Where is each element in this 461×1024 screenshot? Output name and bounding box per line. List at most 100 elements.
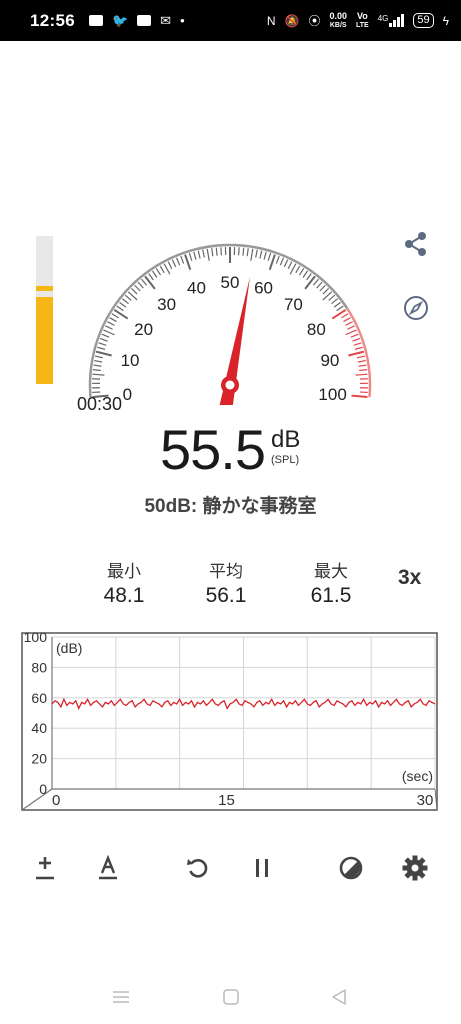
pause-icon [256,859,268,877]
text-a-icon [99,854,117,880]
gauge-tick [119,301,127,308]
gauge-tick [355,373,368,376]
stat-min-label: 最小 [107,562,141,581]
zoom-multiplier-button[interactable]: 3x [398,566,421,590]
gauge-scale-label: 90 [320,351,339,370]
gauge-tick [167,261,173,270]
gauge-tick [331,298,339,305]
gauge-tick [184,254,192,270]
gauge-tick [116,305,124,312]
graph-y-tick-label: 80 [31,659,47,675]
home-square-icon [223,989,239,1005]
back-button[interactable] [327,986,351,1008]
gauge-tick [175,257,181,266]
stat-avg-label: 平均 [209,562,243,581]
gauge-tick [250,248,254,261]
gauge-tick [220,247,222,256]
gauge-scale-label: 60 [254,279,273,298]
compass-icon [404,296,428,320]
share-button[interactable] [402,230,430,258]
signal-icon: 4G [378,14,405,27]
compass-button[interactable] [402,294,430,322]
gauge-tick [319,284,326,292]
gauge-tick [246,248,249,257]
gauge-scale-label: 80 [307,320,326,339]
menu-lines-icon [113,991,129,1003]
theme-button[interactable] [331,848,371,888]
gauge-tick [197,250,201,259]
gauge-tick [130,288,138,295]
graph-x-tick-label: 0 [52,792,60,809]
graph-y-tick-label: 100 [24,629,48,645]
stat-max: 最大 61.5 [286,557,376,608]
text-size-button[interactable] [88,848,128,888]
bottom-toolbar [0,848,461,890]
gauge-tick [97,346,106,350]
db-gauge: 010203040 50 60708090100 [88,243,372,405]
calibrate-button[interactable] [25,848,65,888]
gauge-tick [358,364,367,367]
stat-min: 最小 48.1 [79,557,169,608]
gauge-tick [171,259,177,268]
graph-y-tick-label: 40 [31,720,47,736]
stat-min-value: 48.1 [103,584,145,607]
gauge-tick [304,275,316,290]
gauge-tick [357,359,366,363]
graph-grid [21,632,438,811]
gauge-tick [238,247,240,256]
graph-y-tick-label: 60 [31,690,47,706]
nfc-icon: N [266,13,276,28]
gauge-tick [215,247,218,256]
gauge-tick [275,255,280,264]
article-icon [137,15,152,26]
gauge-tick [352,337,361,342]
stat-avg: 平均 56.1 [181,557,271,608]
recent-apps-button[interactable] [109,986,133,1008]
gauge-tick [331,309,347,320]
gauge-tick [316,281,323,289]
gauge-tick [345,321,353,326]
net-speed-unit: KB/S [329,21,347,29]
gauge-scale-label: 70 [284,295,303,314]
gauge-scale-label: 100 [318,385,346,404]
gauge-tick [354,346,363,350]
volte-bottom: LTE [356,21,369,29]
share-icon [405,232,426,256]
gauge-tick [148,273,154,281]
stat-max-label: 最大 [314,562,348,581]
gauge-tick [93,364,102,367]
settings-button[interactable] [395,848,435,888]
stat-max-value: 61.5 [310,584,352,607]
gauge-tick [111,313,119,319]
gauge-tick [134,284,141,292]
battery-icon: 59 [413,13,434,28]
gauge-tick [155,268,162,276]
needle-hub-center [225,380,235,390]
gauge-tick [193,251,197,260]
gauge-tick [255,249,258,258]
gauge-tick [333,301,341,308]
home-button[interactable] [219,986,243,1008]
gauge-tick [322,288,330,295]
gear-icon [402,855,428,881]
gauge-tick [144,275,156,290]
gauge-tick [105,325,113,330]
unit-spl: (SPL) [271,454,300,466]
gauge-tick [141,278,148,286]
graph-x-unit: (sec) [402,768,433,784]
reset-button[interactable] [178,848,218,888]
stats-row: 最小 48.1 平均 56.1 最大 61.5 [0,557,461,607]
pause-button[interactable] [242,848,282,888]
gauge-scale-label: 40 [187,279,206,298]
graph-y-tick-label: 0 [39,781,47,797]
gauge-tick [92,373,105,376]
gauge-tick [348,350,365,357]
gauge-tick [328,294,336,301]
gauge-tick [359,369,368,372]
gauge-scale-label: 0 [123,385,132,404]
volte-indicator: Vo LTE [356,10,369,30]
volte-top: Vo [356,10,368,21]
gauge-tick [188,252,193,261]
more-dot-icon: • [180,13,185,28]
gauge-tick [356,355,366,359]
